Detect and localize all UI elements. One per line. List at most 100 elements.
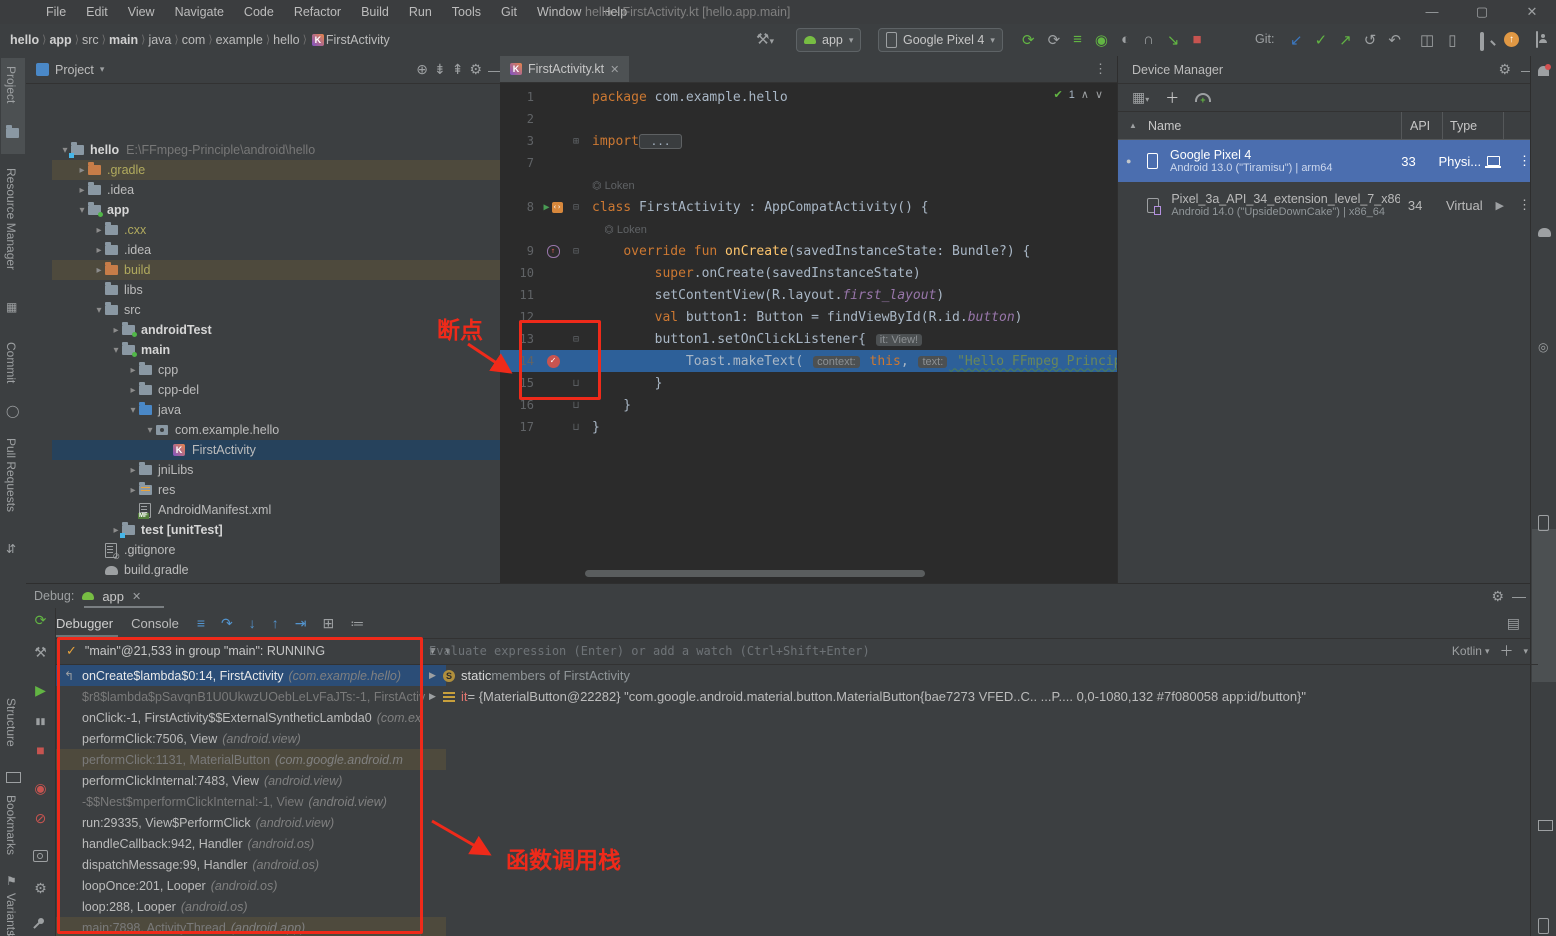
device-manager-icon[interactable] [1538, 515, 1549, 531]
device-pair-icon[interactable]: ◫ [1420, 31, 1434, 49]
apply-changes-icon[interactable]: ⟳ [1048, 31, 1061, 49]
chevron-closed-icon[interactable]: ▸ [93, 245, 105, 256]
editor-tab-firstactivity[interactable]: K FirstActivity.kt ✕ [500, 56, 629, 82]
tree-item-app[interactable]: ▾app [52, 200, 526, 220]
code-line-7[interactable]: 7 [500, 152, 1117, 174]
profile-icon[interactable]: ◐ [1121, 31, 1130, 48]
sync-icon[interactable]: ⟳ [1022, 31, 1035, 49]
chevron-down-icon[interactable]: ▾ [1485, 646, 1490, 657]
stack-frame-3[interactable]: onClick:-1, FirstActivity$$ExternalSynth… [56, 707, 446, 728]
stop-icon[interactable]: ■ [26, 742, 55, 758]
breadcrumb-java[interactable]: java [148, 33, 171, 47]
col-type[interactable]: Type [1450, 119, 1477, 133]
code-line-13[interactable]: 13⊟ button1.setOnClickListener{ it: View… [500, 328, 1117, 350]
bookmarks-icon[interactable]: ⚑ [6, 874, 17, 888]
code-line-11[interactable]: 11 setContentView(R.layout.first_layout) [500, 284, 1117, 306]
variants-icon[interactable]: ≣ [6, 930, 16, 936]
col-name[interactable]: Name [1148, 119, 1181, 133]
settings-icon[interactable]: ⚙ [1498, 61, 1511, 78]
stop-icon[interactable]: ■ [1192, 31, 1201, 48]
debug-settings-icon[interactable]: ⚙ [26, 880, 55, 897]
tree-item-libs[interactable]: libs [52, 280, 526, 300]
maximize-icon[interactable]: ▢ [1474, 4, 1490, 20]
tab-console[interactable]: Console [131, 616, 179, 631]
breadcrumb-main[interactable]: main [109, 33, 138, 47]
resource-manager-icon[interactable]: ▦ [6, 300, 17, 314]
it-variable-row[interactable]: ▶ it = {MaterialButton@22282} "com.googl… [421, 686, 1538, 707]
tab-debugger[interactable]: Debugger [56, 616, 113, 631]
menu-edit[interactable]: Edit [86, 5, 108, 19]
tree-item--idea[interactable]: ▸.idea [52, 240, 526, 260]
stack-frame-12[interactable]: loop:288, Looper(android.os) [56, 896, 446, 917]
mirror-device-icon[interactable] [1487, 156, 1500, 166]
language-select[interactable]: Kotlin [1452, 644, 1482, 658]
code-line-10[interactable]: 10 super.onCreate(savedInstanceState) [500, 262, 1117, 284]
upgrade-assistant-icon[interactable]: ↑ [1504, 32, 1519, 47]
menu-tools[interactable]: Tools [452, 5, 481, 19]
chevron-open-icon[interactable]: ▾ [76, 205, 88, 216]
run-tasks-icon[interactable]: ≡ [1073, 31, 1082, 48]
chevron-closed-icon[interactable]: ▸ [93, 265, 105, 276]
code-line-9[interactable]: 9↑⊟ override fun onCreate(savedInstanceS… [500, 240, 1117, 262]
tree-item-cpp[interactable]: ▸cpp [52, 360, 526, 380]
device-explorer-icon[interactable] [1538, 918, 1549, 934]
fold-marker[interactable]: ⊟ [568, 334, 584, 345]
launch-device-icon[interactable]: ▶ [1496, 199, 1504, 212]
commit-tool-icon[interactable]: ◯ [6, 404, 19, 418]
pin-icon[interactable] [26, 912, 55, 927]
run-class-icon[interactable]: ▶ [543, 202, 549, 213]
gutter[interactable]: ↑ [538, 245, 568, 258]
code-line-12[interactable]: 12 val button1: Button = findViewById(R.… [500, 306, 1117, 328]
layout-icon[interactable]: ▤ [1507, 615, 1530, 632]
stack-frame-9[interactable]: handleCallback:942, Handler(android.os) [56, 833, 446, 854]
stack-frame-8[interactable]: run:29335, View$PerformClick(android.vie… [56, 812, 446, 833]
breadcrumb-firstactivity[interactable]: FirstActivity [326, 33, 390, 47]
tree-item-cpp-del[interactable]: ▸cpp-del [52, 380, 526, 400]
settings-icon[interactable]: ⚙ [1491, 588, 1504, 605]
fold-marker[interactable]: ⊔ [568, 400, 584, 411]
rollback-icon[interactable]: ↶ [1388, 31, 1401, 49]
menu-build[interactable]: Build [361, 5, 389, 19]
tree-item--gitignore[interactable]: .gitignore [52, 540, 526, 560]
structure-icon[interactable] [6, 772, 21, 783]
hide-panel-icon[interactable]: — [1512, 588, 1538, 604]
camera-icon[interactable] [26, 850, 55, 865]
step-out-icon[interactable]: ↑ [272, 615, 279, 631]
stack-frame-5[interactable]: performClick:1131, MaterialButton(com.go… [56, 749, 446, 770]
chevron-right-icon[interactable]: ▶ [429, 691, 443, 702]
close-session-icon[interactable]: ✕ [132, 590, 141, 603]
menu-navigate[interactable]: Navigate [175, 5, 224, 19]
push-icon[interactable]: ↗ [1339, 31, 1352, 49]
sidebar-item-structure[interactable]: Structure [4, 698, 18, 747]
stack-frame-7[interactable]: -$$Nest$mperformClickInternal:-1, View(a… [56, 791, 446, 812]
device-row-1[interactable]: ●Google Pixel 4Android 13.0 ("Tiramisu")… [1118, 140, 1531, 182]
tree-item-build-gradle[interactable]: build.gradle [52, 560, 526, 580]
chevron-closed-icon[interactable]: ▸ [127, 385, 139, 396]
stack-frame-4[interactable]: performClick:7506, View(android.view) [56, 728, 446, 749]
tree-item-jnilibs[interactable]: ▸jniLibs [52, 460, 526, 480]
fold-marker[interactable]: ⊟ [568, 246, 584, 257]
show-execution-point-icon[interactable]: ≡ [197, 615, 205, 631]
sidebar-item-project[interactable]: Project [4, 66, 18, 103]
breadcrumb-app[interactable]: app [49, 33, 71, 47]
device-row-2[interactable]: Pixel_3a_API_34_extension_level_7_x86_64… [1118, 182, 1531, 228]
code-line-17[interactable]: 17⊔} [500, 416, 1117, 438]
sidebar-item-resource-manager[interactable]: Resource Manager [4, 168, 18, 270]
code-line-14[interactable]: 14✓ Toast.makeText( context: this, text:… [500, 350, 1117, 372]
breakpoint-icon[interactable]: ✓ [547, 355, 560, 368]
run-to-cursor-icon[interactable]: ⇥ [295, 615, 307, 632]
build-hammer-icon[interactable]: ⚒▾ [756, 30, 774, 48]
evaluate-icon[interactable]: ⊞ [322, 615, 334, 632]
history-icon[interactable]: ↺ [1364, 31, 1377, 49]
thread-selector[interactable]: ✓ "main"@21,533 in group "main": RUNNING… [56, 638, 456, 665]
menu-run[interactable]: Run [409, 5, 432, 19]
search-icon[interactable] [1480, 32, 1484, 51]
pull-requests-icon[interactable]: ⇵ [6, 542, 16, 556]
menu-code[interactable]: Code [244, 5, 274, 19]
code-line-2[interactable]: 2 [500, 108, 1117, 130]
step-into-icon[interactable]: ↓ [249, 615, 256, 631]
fold-marker[interactable]: ⊞ [568, 136, 584, 147]
breadcrumb-src[interactable]: src [82, 33, 99, 47]
fold-marker[interactable]: ⊔ [568, 422, 584, 433]
menu-view[interactable]: View [128, 5, 155, 19]
